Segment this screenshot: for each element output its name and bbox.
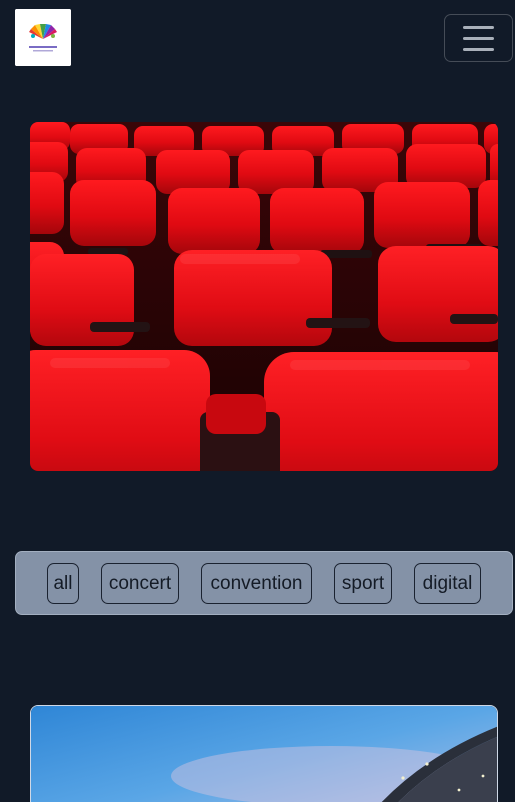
hamburger-menu-icon xyxy=(463,26,494,29)
menu-toggle-button[interactable] xyxy=(444,14,513,62)
filter-all-button[interactable]: all xyxy=(47,563,79,604)
logo-icon xyxy=(15,9,71,66)
category-filter-bar: all concert convention sport digital xyxy=(15,551,513,615)
filter-convention-button[interactable]: convention xyxy=(201,563,312,604)
filter-sport-button[interactable]: sport xyxy=(334,563,392,604)
hero-image xyxy=(30,122,498,471)
venue-image xyxy=(30,705,498,802)
filter-concert-button[interactable]: concert xyxy=(101,563,179,604)
hamburger-menu-icon-bar xyxy=(463,37,494,40)
page: all concert convention sport digital xyxy=(0,0,515,802)
theater-seats-image xyxy=(30,122,498,471)
filter-digital-button[interactable]: digital xyxy=(414,563,481,604)
arena-building-image xyxy=(31,706,497,802)
hamburger-menu-icon-bar xyxy=(463,48,494,51)
site-logo[interactable] xyxy=(15,9,71,66)
